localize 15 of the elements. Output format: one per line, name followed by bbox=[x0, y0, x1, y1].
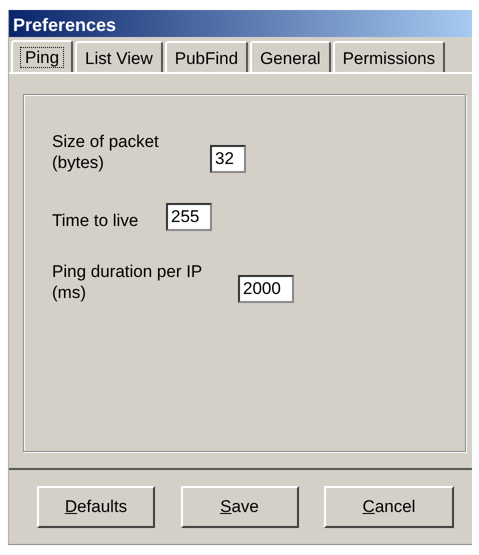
input-field[interactable]: 32 bbox=[210, 145, 246, 173]
dialog-button[interactable]: Defaults bbox=[37, 486, 155, 528]
tab[interactable]: Permissions bbox=[332, 41, 446, 72]
tab[interactable]: List View bbox=[75, 41, 163, 72]
input-field[interactable]: 255 bbox=[166, 203, 212, 231]
dialog-button[interactable]: Save bbox=[180, 486, 298, 528]
window-title: Preferences bbox=[9, 10, 472, 37]
field-label: Size of packet (bytes) bbox=[52, 131, 160, 173]
tab[interactable]: General bbox=[250, 41, 331, 72]
input-field[interactable]: 2000 bbox=[238, 275, 294, 303]
dialog-button[interactable]: Cancel bbox=[324, 486, 454, 528]
tab[interactable]: Ping bbox=[11, 40, 74, 72]
tab[interactable]: PubFind bbox=[164, 41, 248, 72]
field-label: Time to live bbox=[52, 210, 140, 231]
field-label: Ping duration per IP (ms) bbox=[52, 261, 204, 303]
